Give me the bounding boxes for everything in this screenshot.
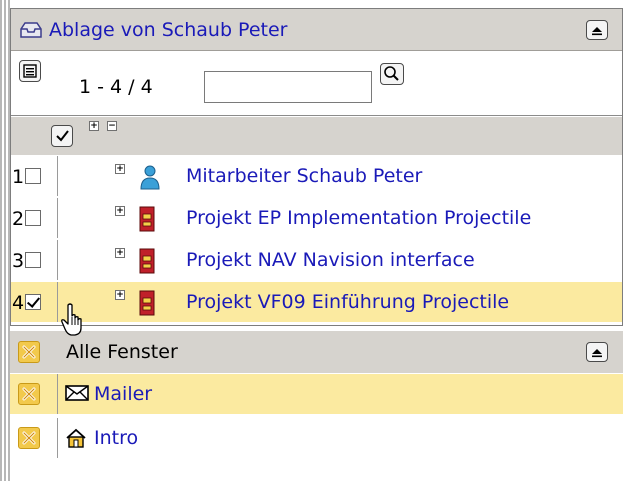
list-view-button[interactable] xyxy=(19,60,41,82)
row-checkbox[interactable] xyxy=(25,168,41,184)
left-frame-border xyxy=(0,0,2,481)
row-number: 2 xyxy=(12,208,25,230)
row-number: 3 xyxy=(12,250,25,272)
panel-header: Ablage von Schaub Peter xyxy=(11,9,622,51)
expand-button[interactable]: + xyxy=(115,290,125,300)
list-item[interactable]: 1 + Mitarbeiter Schaub Peter xyxy=(11,156,622,196)
column-divider xyxy=(57,418,58,458)
row-number: 1 xyxy=(12,166,25,188)
left-frame-border xyxy=(4,0,6,481)
window-item[interactable]: Intro xyxy=(10,418,623,458)
person-icon xyxy=(139,164,161,194)
envelope-icon xyxy=(64,383,90,407)
collapse-icon xyxy=(592,27,602,36)
home-icon xyxy=(64,427,88,453)
list-item[interactable]: 2 + Projekt EP Implementation Projectile xyxy=(11,198,622,238)
search-icon xyxy=(384,66,399,81)
row-checkbox[interactable] xyxy=(25,294,41,310)
item-link[interactable]: Projekt VF09 Einführung Projectile xyxy=(186,291,509,313)
expand-all-button[interactable]: + xyxy=(89,121,99,131)
panel-title: Ablage von Schaub Peter xyxy=(49,19,288,41)
list-item[interactable]: 4 + Projekt VF09 Einführung Projectile xyxy=(11,282,622,322)
expand-button[interactable]: + xyxy=(115,248,125,258)
select-all-checkbox[interactable] xyxy=(51,125,73,147)
column-divider xyxy=(57,282,58,322)
list-icon xyxy=(23,64,37,78)
ablage-panel: Ablage von Schaub Peter 1 - 4 / 4 + − 1 … xyxy=(10,8,623,326)
windows-panel-header: Alle Fenster xyxy=(10,331,623,373)
close-window-button[interactable] xyxy=(18,427,40,449)
item-link[interactable]: Mitarbeiter Schaub Peter xyxy=(186,165,422,187)
tray-icon xyxy=(20,22,42,38)
close-window-button[interactable] xyxy=(18,383,40,405)
close-all-windows-button[interactable] xyxy=(18,341,40,363)
list-toolbar: 1 - 4 / 4 xyxy=(11,52,622,116)
expand-button[interactable]: + xyxy=(115,164,125,174)
item-link[interactable]: Projekt NAV Navision interface xyxy=(186,249,475,271)
windows-collapse-button[interactable] xyxy=(586,342,608,362)
window-link[interactable]: Mailer xyxy=(94,383,152,405)
checkmark-icon xyxy=(56,130,69,142)
project-binder-icon xyxy=(139,248,155,278)
close-icon xyxy=(22,345,36,359)
column-divider xyxy=(57,198,58,238)
window-item[interactable]: Mailer xyxy=(10,374,623,414)
column-divider xyxy=(57,240,58,280)
item-link[interactable]: Projekt EP Implementation Projectile xyxy=(186,207,531,229)
row-number: 4 xyxy=(12,292,25,314)
search-button[interactable] xyxy=(380,63,404,85)
project-binder-icon xyxy=(139,290,155,320)
project-binder-icon xyxy=(139,206,155,236)
windows-panel-title: Alle Fenster xyxy=(66,341,178,363)
row-checkbox[interactable] xyxy=(25,210,41,226)
column-divider xyxy=(57,156,58,196)
row-checkbox[interactable] xyxy=(25,252,41,268)
collapse-button[interactable] xyxy=(586,20,608,40)
collapse-all-button[interactable]: − xyxy=(107,121,117,131)
list-column-header: + − xyxy=(11,117,622,155)
close-icon xyxy=(22,387,36,401)
pagination-range: 1 - 4 / 4 xyxy=(79,76,153,98)
expand-button[interactable]: + xyxy=(115,206,125,216)
column-divider xyxy=(57,374,58,414)
search-input[interactable] xyxy=(204,71,372,103)
list-item[interactable]: 3 + Projekt NAV Navision interface xyxy=(11,240,622,280)
close-icon xyxy=(22,431,36,445)
collapse-icon xyxy=(592,349,602,358)
window-link[interactable]: Intro xyxy=(94,427,138,449)
